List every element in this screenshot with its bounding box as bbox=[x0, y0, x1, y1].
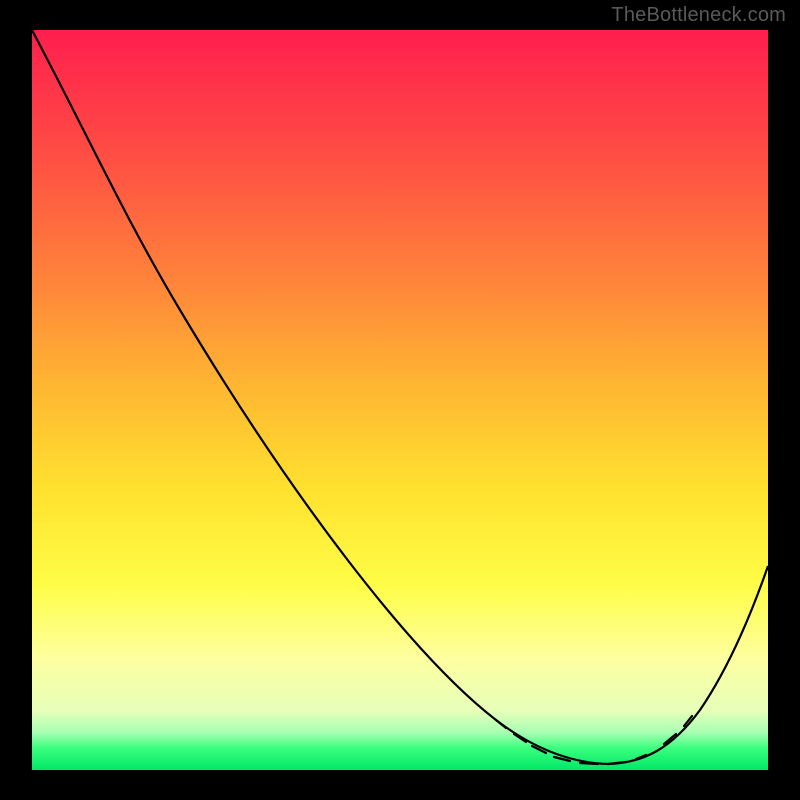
marker-dash bbox=[496, 720, 506, 728]
chart-container: TheBottleneck.com bbox=[0, 0, 800, 800]
marker-dash bbox=[580, 763, 598, 764]
curve-svg bbox=[32, 30, 768, 770]
main-curve bbox=[32, 30, 768, 764]
plot-area bbox=[32, 30, 768, 770]
watermark-text: TheBottleneck.com bbox=[611, 4, 786, 27]
